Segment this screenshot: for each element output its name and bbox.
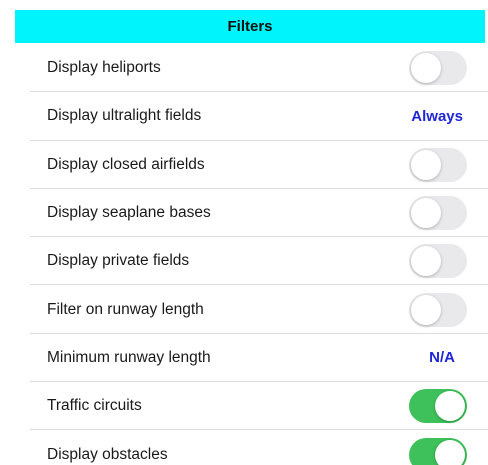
minimum-runway-length-value[interactable]: N/A [429, 349, 455, 366]
row-label: Display obstacles [47, 445, 168, 463]
display-obstacles-toggle[interactable] [409, 437, 467, 465]
row-filter-on-runway-length: Filter on runway length [30, 285, 488, 335]
display-private-fields-toggle[interactable] [409, 244, 467, 279]
row-label: Display ultralight fields [47, 107, 202, 125]
row-display-obstacles: Display obstacles [30, 430, 485, 465]
row-display-ultralight-fields[interactable]: Display ultralight fields Always [30, 92, 488, 141]
toggle-knob [435, 439, 465, 465]
display-seaplane-bases-toggle[interactable] [409, 196, 467, 231]
filter-runway-length-toggle[interactable] [409, 292, 467, 327]
filters-screen: Filters Display heliports Display ultral… [0, 0, 488, 465]
row-label: Traffic circuits [47, 397, 142, 415]
filters-list: Display heliports Display ultralight fie… [30, 44, 488, 465]
row-label: Display closed airfields [47, 155, 205, 173]
toggle-knob [411, 53, 441, 84]
row-label: Display private fields [47, 252, 190, 270]
row-display-heliports: Display heliports [30, 44, 488, 93]
row-traffic-circuits: Traffic circuits [30, 382, 488, 431]
ultralight-fields-value[interactable]: Always [411, 108, 463, 125]
filters-header: Filters [15, 10, 485, 43]
row-label: Filter on runway length [47, 300, 204, 318]
row-label: Minimum runway length [47, 348, 211, 366]
toggle-knob [411, 246, 441, 277]
filters-title: Filters [227, 18, 273, 35]
toggle-knob [435, 391, 465, 422]
toggle-knob [411, 198, 441, 229]
row-display-closed-airfields: Display closed airfields [30, 141, 488, 190]
row-label: Display seaplane bases [47, 204, 211, 222]
display-closed-airfields-toggle[interactable] [409, 147, 467, 182]
toggle-knob [411, 149, 441, 180]
row-display-private-fields: Display private fields [30, 237, 488, 286]
display-heliports-toggle[interactable] [409, 51, 467, 86]
row-minimum-runway-length[interactable]: Minimum runway length N/A [30, 334, 488, 383]
traffic-circuits-toggle[interactable] [409, 389, 467, 424]
toggle-knob [411, 294, 441, 325]
row-display-seaplane-bases: Display seaplane bases [30, 189, 488, 238]
row-label: Display heliports [47, 59, 161, 77]
